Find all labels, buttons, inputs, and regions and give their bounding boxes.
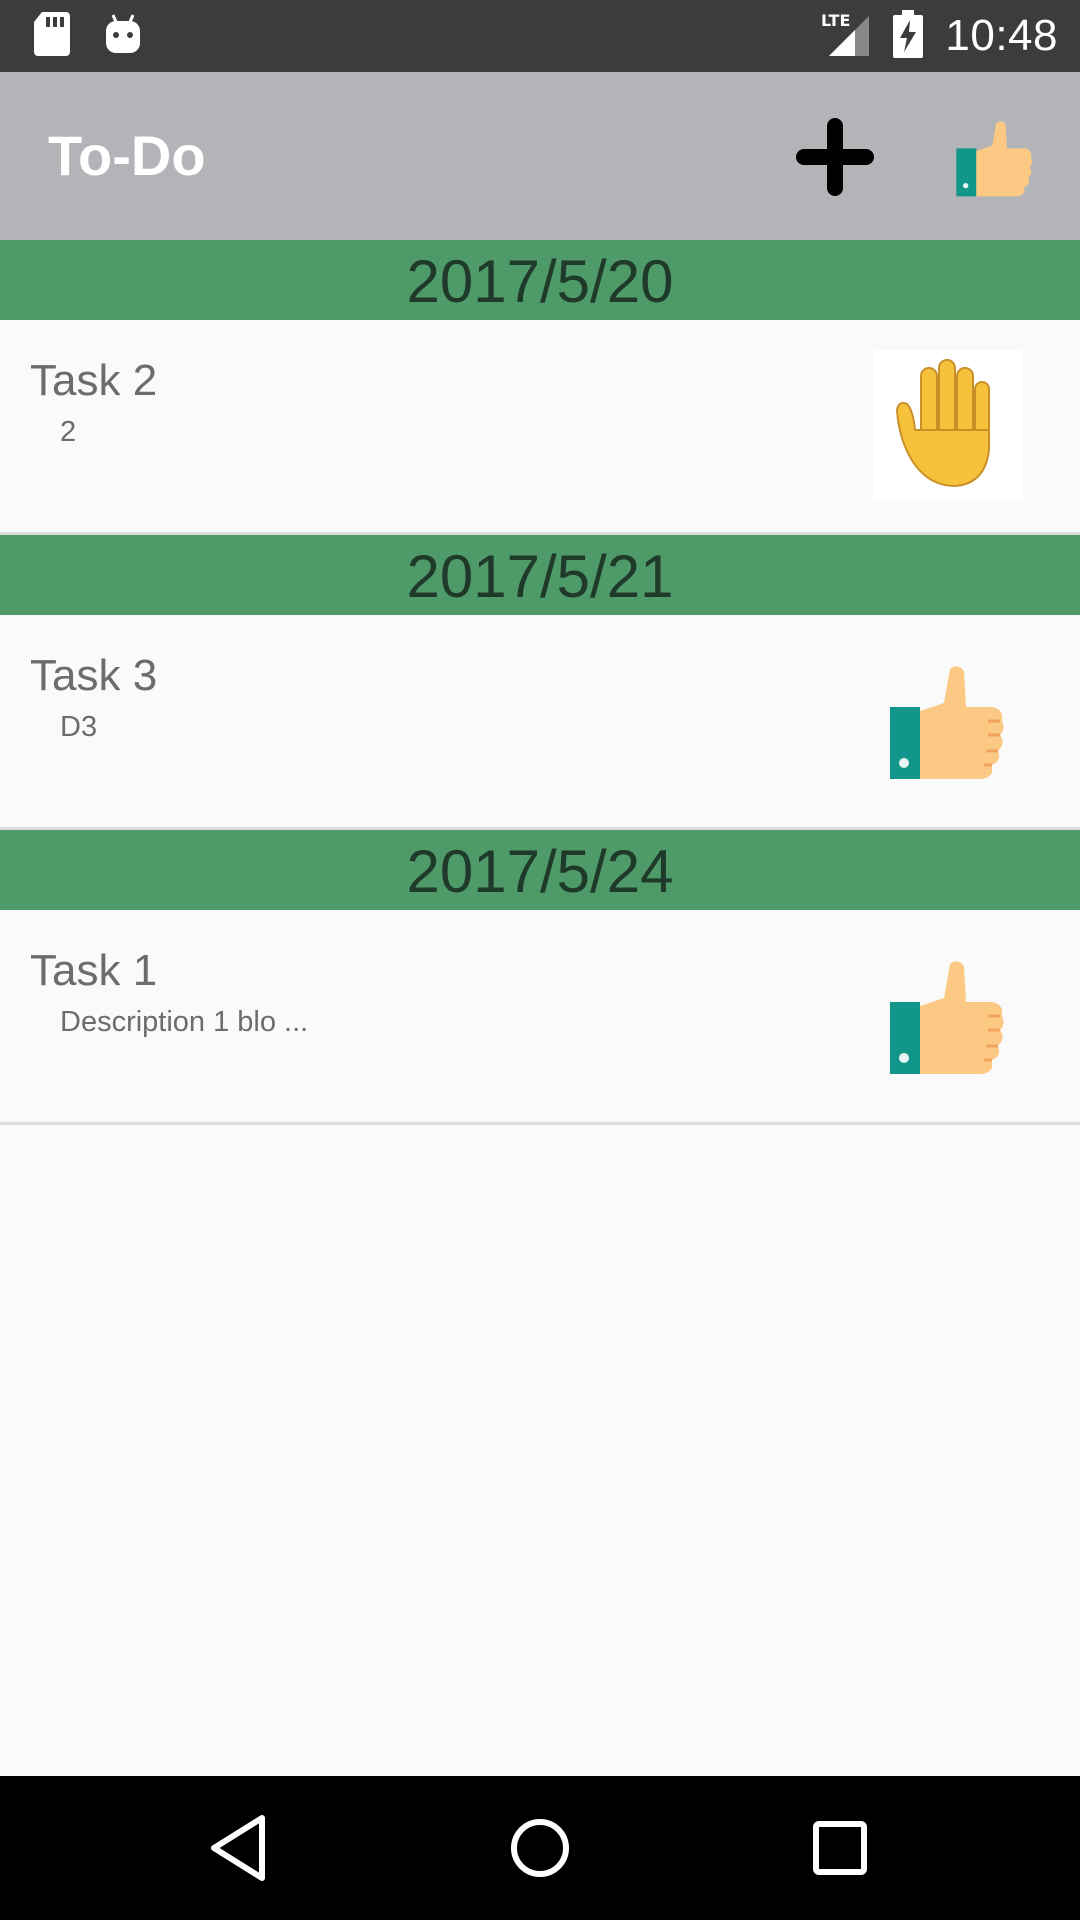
- recents-square-icon: [813, 1821, 867, 1875]
- recents-button[interactable]: [800, 1808, 880, 1888]
- task-status-toggle[interactable]: [888, 958, 1008, 1078]
- task-description: D3: [60, 711, 98, 743]
- navigation-bar: [0, 1776, 1080, 1920]
- app-title: To-Do: [48, 124, 206, 187]
- thumbs-up-icon: [956, 121, 1033, 197]
- thumbs-up-icon: [890, 961, 1004, 1074]
- status-bar: LTE 10:48: [0, 0, 1080, 72]
- date-header: 2017/5/24: [0, 830, 1080, 910]
- task-description: 2: [60, 416, 77, 448]
- task-title: Task 2: [30, 356, 158, 405]
- add-task-button[interactable]: [790, 112, 880, 202]
- task-title: Task 1: [30, 946, 158, 995]
- signal-icon: LTE: [821, 10, 871, 63]
- network-type: LTE: [821, 11, 850, 30]
- task-row[interactable]: Task 1 Description 1 blo ...: [0, 910, 1080, 1125]
- completed-filter-button[interactable]: [955, 114, 1035, 204]
- battery-charging-icon: [893, 9, 924, 63]
- task-row[interactable]: Task 3 D3: [0, 615, 1080, 830]
- android-icon: [104, 13, 142, 60]
- date-header: 2017/5/21: [0, 535, 1080, 615]
- home-button[interactable]: [500, 1808, 580, 1888]
- plus-icon: [796, 118, 874, 196]
- thumbs-up-icon: [890, 666, 1004, 779]
- sd-card-icon: [34, 12, 70, 61]
- date-header: 2017/5/20: [0, 240, 1080, 320]
- home-circle-icon: [511, 1819, 569, 1877]
- app-bar: To-Do: [0, 72, 1080, 240]
- task-title: Task 3: [30, 651, 158, 700]
- back-triangle-icon: [211, 1815, 265, 1881]
- task-status-toggle[interactable]: [873, 350, 1023, 500]
- task-description: Description 1 blo ...: [60, 1006, 309, 1038]
- task-status-toggle[interactable]: [888, 663, 1008, 783]
- task-list: 2017/5/20 Task 2 2 2017/5/21 Task 3 D3 2…: [0, 240, 1080, 1125]
- back-button[interactable]: [200, 1808, 280, 1888]
- raised-hand-icon: [895, 359, 990, 488]
- task-row[interactable]: Task 2 2: [0, 320, 1080, 535]
- clock: 10:48: [945, 11, 1058, 60]
